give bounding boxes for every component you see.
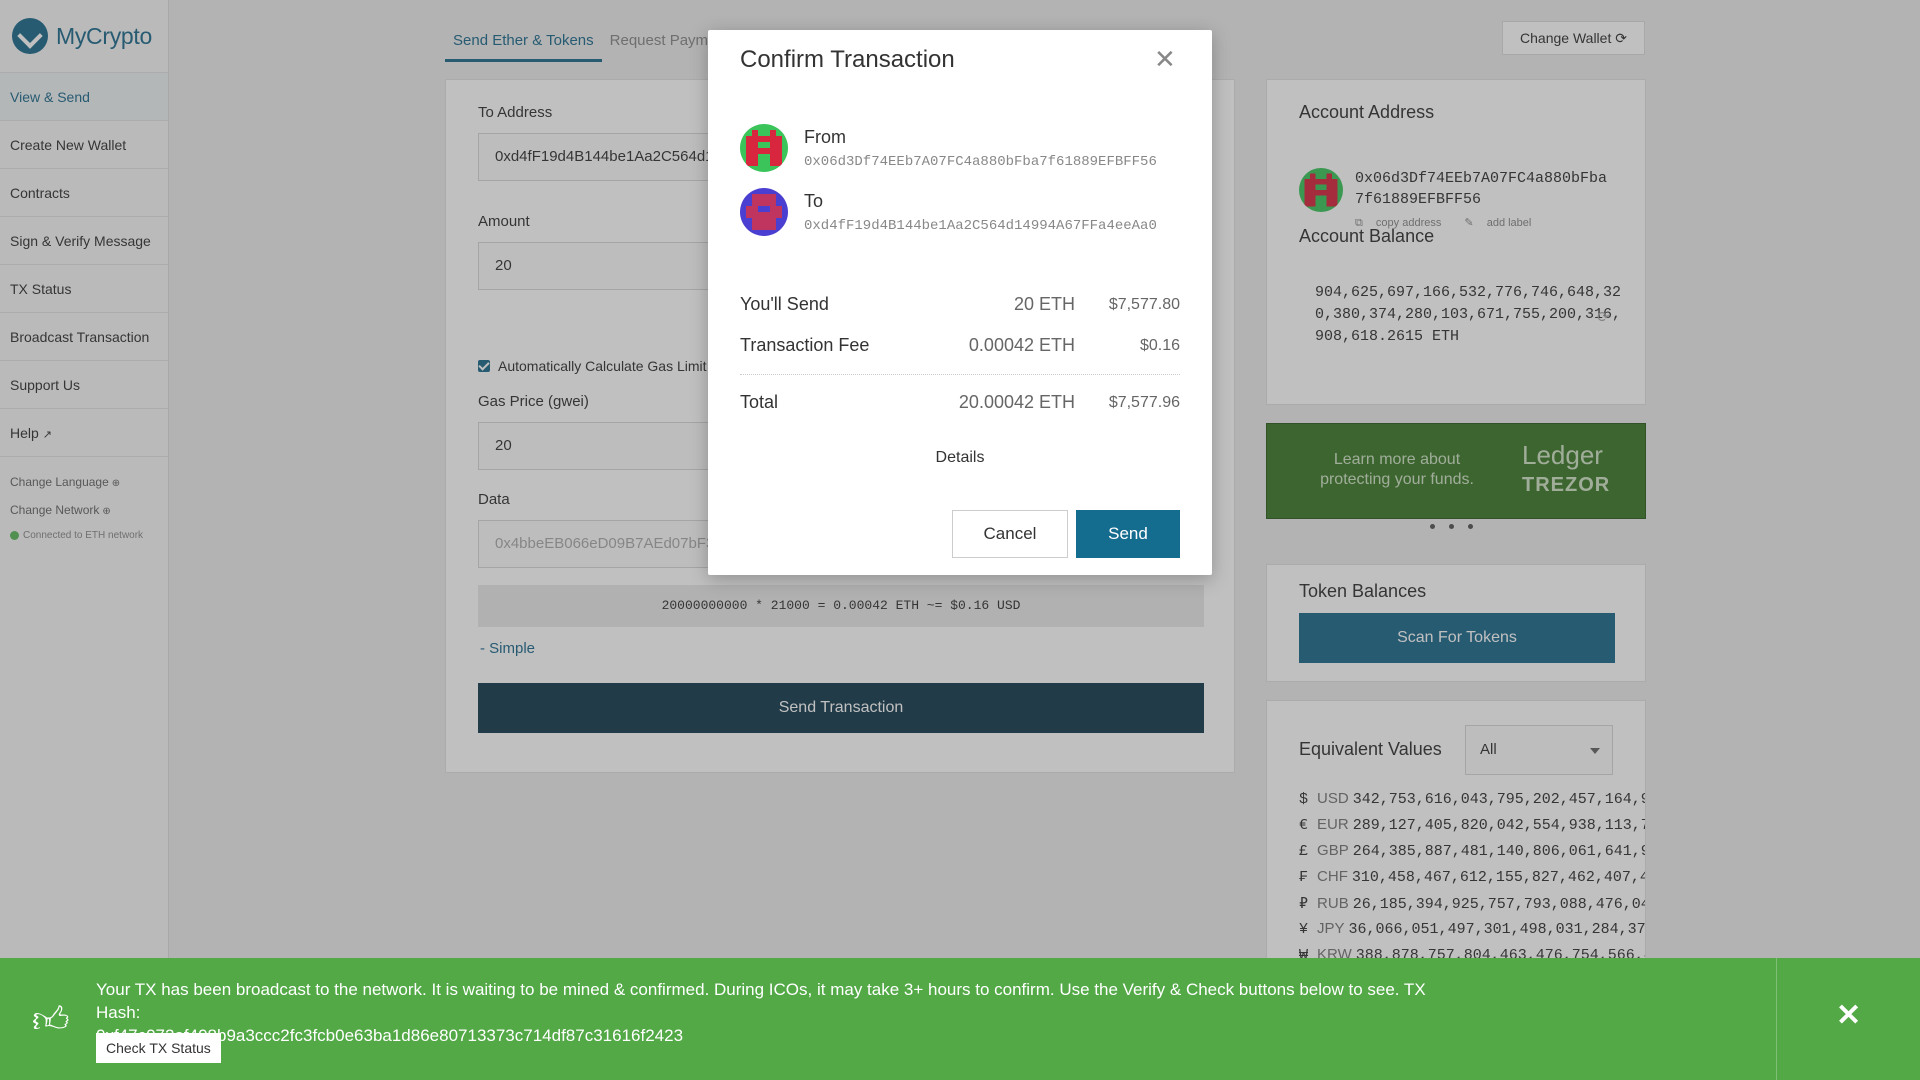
fee-row: Transaction Fee 0.00042 ETH $0.16	[740, 335, 1180, 356]
details-toggle[interactable]: Details	[708, 449, 1212, 467]
notification-text: Your TX has been broadcast to the networ…	[96, 980, 1426, 1022]
fee-usd: $0.16	[1139, 337, 1180, 354]
total-usd: $7,577.96	[1108, 394, 1180, 411]
from-label: From	[804, 127, 846, 147]
close-icon[interactable]: ✕	[1154, 44, 1176, 75]
fee-amount: 0.00042 ETH	[968, 335, 1075, 355]
thumbs-up-icon: 👍︎	[32, 999, 70, 1040]
from-address: 0x06d3Df74EEb7A07FC4a880bFba7f61889EFBFF…	[804, 154, 1157, 170]
send-amount-row: You'll Send 20 ETH $7,577.80	[740, 294, 1180, 315]
send-usd: $7,577.80	[1108, 296, 1180, 313]
send-label: You'll Send	[740, 294, 829, 314]
confirm-transaction-modal: Confirm Transaction ✕ From 0x06d3Df74EEb…	[708, 30, 1212, 575]
send-button[interactable]: Send	[1076, 510, 1180, 558]
divider	[740, 374, 1180, 375]
check-tx-status-button[interactable]: Check TX Status	[96, 1033, 221, 1063]
send-amount: 20 ETH	[1013, 294, 1075, 314]
fee-label: Transaction Fee	[740, 335, 870, 355]
total-label: Total	[740, 392, 779, 412]
notification-message: Your TX has been broadcast to the networ…	[96, 978, 1426, 1047]
to-label: To	[804, 191, 824, 211]
cancel-button[interactable]: Cancel	[952, 510, 1068, 558]
to-identicon	[740, 188, 788, 236]
total-row: Total 20.00042 ETH $7,577.96	[740, 392, 1180, 413]
close-icon[interactable]: ✕	[1836, 998, 1861, 1033]
total-amount: 20.00042 ETH	[958, 392, 1075, 412]
tx-notification: 👍︎ Your TX has been broadcast to the net…	[0, 958, 1920, 1080]
divider	[1776, 958, 1777, 1080]
from-identicon	[740, 124, 788, 172]
to-address: 0xd4fF19d4B144be1Aa2C564d14994A67FFa4eeA…	[804, 218, 1157, 234]
modal-title: Confirm Transaction	[740, 46, 955, 73]
